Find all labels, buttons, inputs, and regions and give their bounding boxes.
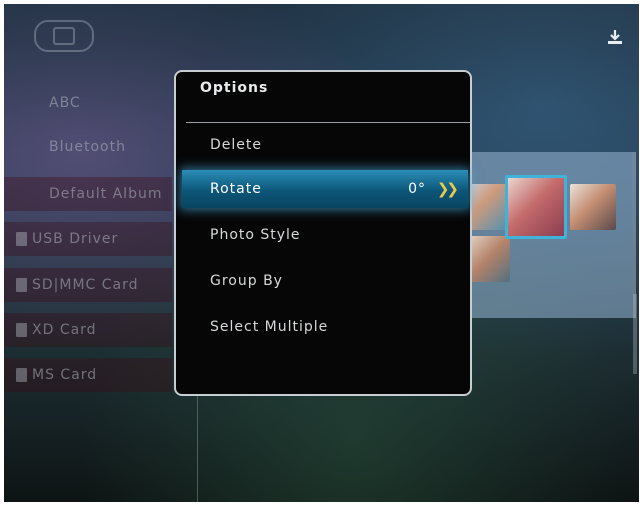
photo-frame-screen: ABC Bluetooth Default Album USB Driver S… [4,4,639,502]
source-item-default-album[interactable]: Default Album [4,177,172,211]
source-label: XD Card [32,322,97,338]
option-label: Group By [210,273,283,289]
option-rotate[interactable]: Rotate 0° ❯❯ [182,170,468,208]
option-delete[interactable]: Delete [182,126,468,164]
source-label: ABC [49,95,81,111]
option-group-by[interactable]: Group By [182,262,468,300]
options-divider [186,122,470,123]
source-item-bluetooth[interactable]: Bluetooth [4,130,172,164]
device-icon-inner [53,27,75,45]
photo-thumbnail-selected[interactable] [505,175,567,239]
source-item-abc[interactable]: ABC [4,86,172,120]
divider-line [197,394,198,502]
usb-card-icon [16,232,27,246]
source-item-sd-mmc-card[interactable]: SD|MMC Card [4,268,172,302]
ms-card-icon [16,368,27,382]
option-label: Delete [210,137,262,153]
options-title: Options [200,80,269,96]
option-photo-style[interactable]: Photo Style [182,216,468,254]
photo-thumbnail[interactable] [570,184,616,230]
source-label: Default Album [49,186,163,202]
source-item-usb-driver[interactable]: USB Driver [4,222,172,256]
sd-card-icon [16,278,27,292]
scrollbar[interactable] [633,294,637,374]
xd-card-icon [16,323,27,337]
option-select-multiple[interactable]: Select Multiple [182,308,468,346]
source-item-xd-card[interactable]: XD Card [4,313,172,347]
option-label: Select Multiple [210,319,329,335]
chevron-right-icon[interactable]: ❯❯ [437,170,459,208]
source-item-ms-card[interactable]: MS Card [4,358,172,392]
options-dialog: Options Delete Rotate 0° ❯❯ Photo Style … [174,70,472,396]
source-label: MS Card [32,367,98,383]
rotate-value: 0° [408,181,426,197]
source-label: SD|MMC Card [32,277,139,293]
device-icon[interactable] [34,20,94,52]
source-label: Bluetooth [49,139,126,155]
source-label: USB Driver [32,231,119,247]
option-label: Rotate [210,181,262,197]
download-icon[interactable] [606,28,624,46]
option-label: Photo Style [210,227,301,243]
